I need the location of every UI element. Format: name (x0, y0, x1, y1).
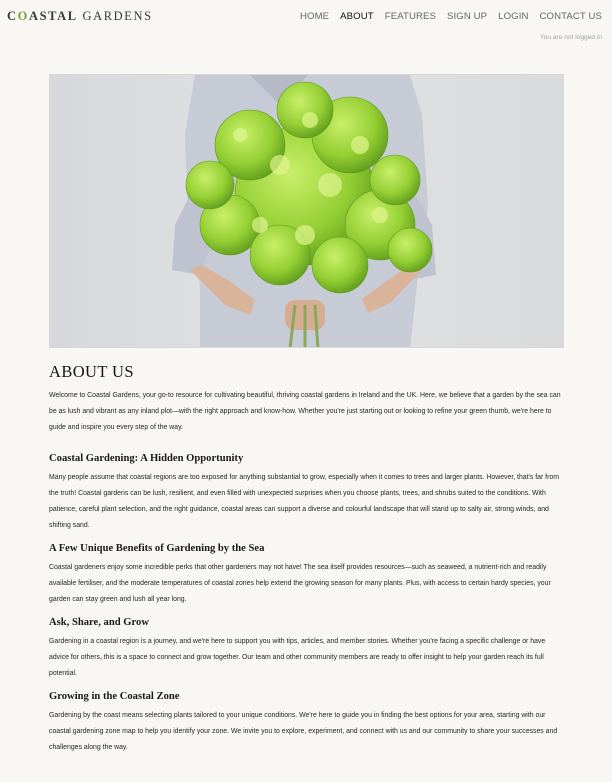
section-body: Gardening by the coast means selecting p… (49, 712, 558, 751)
section-heading: Coastal Gardening: A Hidden Opportunity (49, 453, 244, 464)
section-hidden-opportunity: Coastal Gardening: A Hidden Opportunity … (49, 452, 565, 534)
section-unique-benefits: A Few Unique Benefits of Gardening by th… (49, 542, 565, 608)
nav-about[interactable]: ABOUT (340, 11, 374, 22)
section-coastal-zone: Growing in the Coastal Zone Gardening by… (49, 690, 565, 756)
page-title: ABOUT US (49, 362, 134, 381)
nav-home[interactable]: HOME (300, 11, 329, 22)
section-heading: Growing in the Coastal Zone (49, 691, 180, 702)
section-body: Many people assume that coastal regions … (49, 474, 559, 529)
hero-image (49, 74, 564, 348)
logo-word-coastal: COASTAL (7, 9, 78, 23)
nav-contact-us[interactable]: CONTACT US (540, 11, 602, 22)
nav-sign-up[interactable]: SIGN UP (447, 11, 487, 22)
logo-word-gardens: GARDENS (82, 9, 153, 23)
section-body: Gardening in a coastal region is a journ… (49, 638, 546, 677)
section-heading: A Few Unique Benefits of Gardening by th… (49, 543, 265, 554)
nav-login[interactable]: LOGIN (498, 11, 528, 22)
bouquet-photo (50, 75, 563, 347)
section-ask-share-grow: Ask, Share, and Grow Gardening in a coas… (49, 616, 565, 682)
site-header: COASTAL GARDENS HOME ABOUT FEATURES SIGN… (0, 0, 612, 46)
login-status: You are not logged in (539, 34, 602, 41)
section-body: Coastal gardeners enjoy some incredible … (49, 564, 551, 603)
section-heading: Ask, Share, and Grow (49, 617, 149, 628)
main-nav: HOME ABOUT FEATURES SIGN UP LOGIN CONTAC… (289, 11, 602, 22)
nav-features[interactable]: FEATURES (385, 11, 436, 22)
about-content: ABOUT US Welcome to Coastal Gardens, you… (49, 362, 565, 756)
intro-paragraph: Welcome to Coastal Gardens, your go-to r… (49, 392, 561, 431)
site-logo[interactable]: COASTAL GARDENS (7, 9, 153, 24)
